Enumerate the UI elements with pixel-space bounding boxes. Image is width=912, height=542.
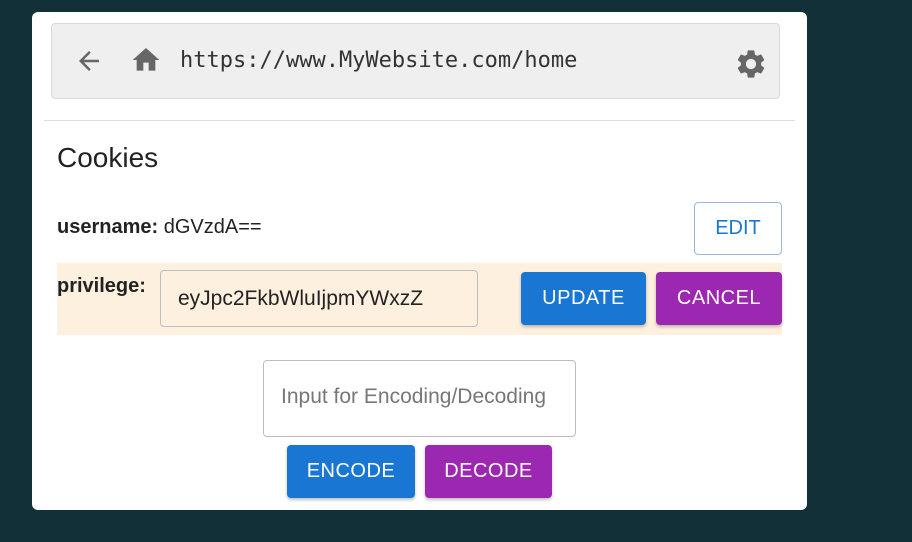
update-button[interactable]: UPDATE [521, 272, 646, 325]
cookie-value-username: dGVzdA== [163, 216, 262, 238]
encode-decode-input[interactable]: Input for Encoding/Decoding [263, 360, 576, 437]
cookie-editor-card: https://www.MyWebsite.com/home Cookies u… [32, 12, 807, 510]
header-divider [44, 120, 795, 121]
page-title: Cookies [57, 142, 159, 173]
encode-decode-placeholder: Input for Encoding/Decoding [281, 385, 547, 408]
cookie-key-privilege: privilege: [57, 275, 146, 297]
back-arrow-icon[interactable] [74, 46, 104, 76]
address-bar: https://www.MyWebsite.com/home [51, 23, 780, 99]
url-text[interactable]: https://www.MyWebsite.com/home [180, 48, 577, 73]
home-icon[interactable] [130, 44, 162, 76]
privilege-input-text: eyJpc2FkbWluIjpmYWxzZ [178, 287, 424, 310]
decode-button[interactable]: DECODE [425, 445, 552, 498]
cancel-button[interactable]: CANCEL [656, 272, 782, 325]
privilege-value-input[interactable]: eyJpc2FkbWluIjpmYWxzZ [160, 270, 478, 327]
gear-icon[interactable] [734, 47, 768, 81]
encode-button[interactable]: ENCODE [287, 445, 415, 498]
edit-button[interactable]: EDIT [694, 202, 782, 255]
cookie-row-username: username: dGVzdA== [57, 216, 262, 239]
cookie-key-username: username: [57, 216, 159, 238]
